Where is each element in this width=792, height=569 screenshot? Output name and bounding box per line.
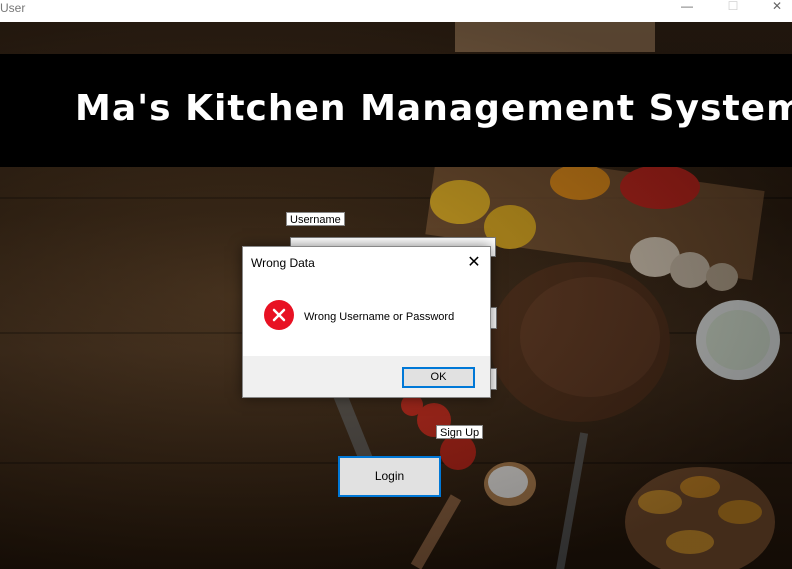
error-cross-icon [272,308,286,322]
close-button[interactable]: ✕ [754,0,792,14]
dialog-close-icon[interactable]: ✕ [463,252,485,274]
signup-link[interactable]: Sign Up [436,425,484,439]
dialog-message: Wrong Username or Password [304,311,455,323]
ok-button[interactable]: OK [402,367,475,388]
app-title: Ma's Kitchen Management System [75,88,792,129]
username-label: Username [286,212,345,226]
error-dialog: Wrong Data ✕ Wrong Username or Password … [242,246,491,398]
dialog-title: Wrong Data [251,256,315,270]
window-title: User [0,1,26,15]
dialog-footer: OK [243,356,490,397]
maximize-button[interactable]: ☐ [710,0,756,14]
user-window: User — ☐ ✕ Ma's Kitchen Management Syste… [0,0,792,569]
minimize-button[interactable]: — [664,0,710,14]
dialog-body: Wrong Username or Password [243,280,490,356]
error-icon [264,300,294,330]
title-bar: User — ☐ ✕ [0,0,792,22]
login-button[interactable]: Login [338,456,441,497]
